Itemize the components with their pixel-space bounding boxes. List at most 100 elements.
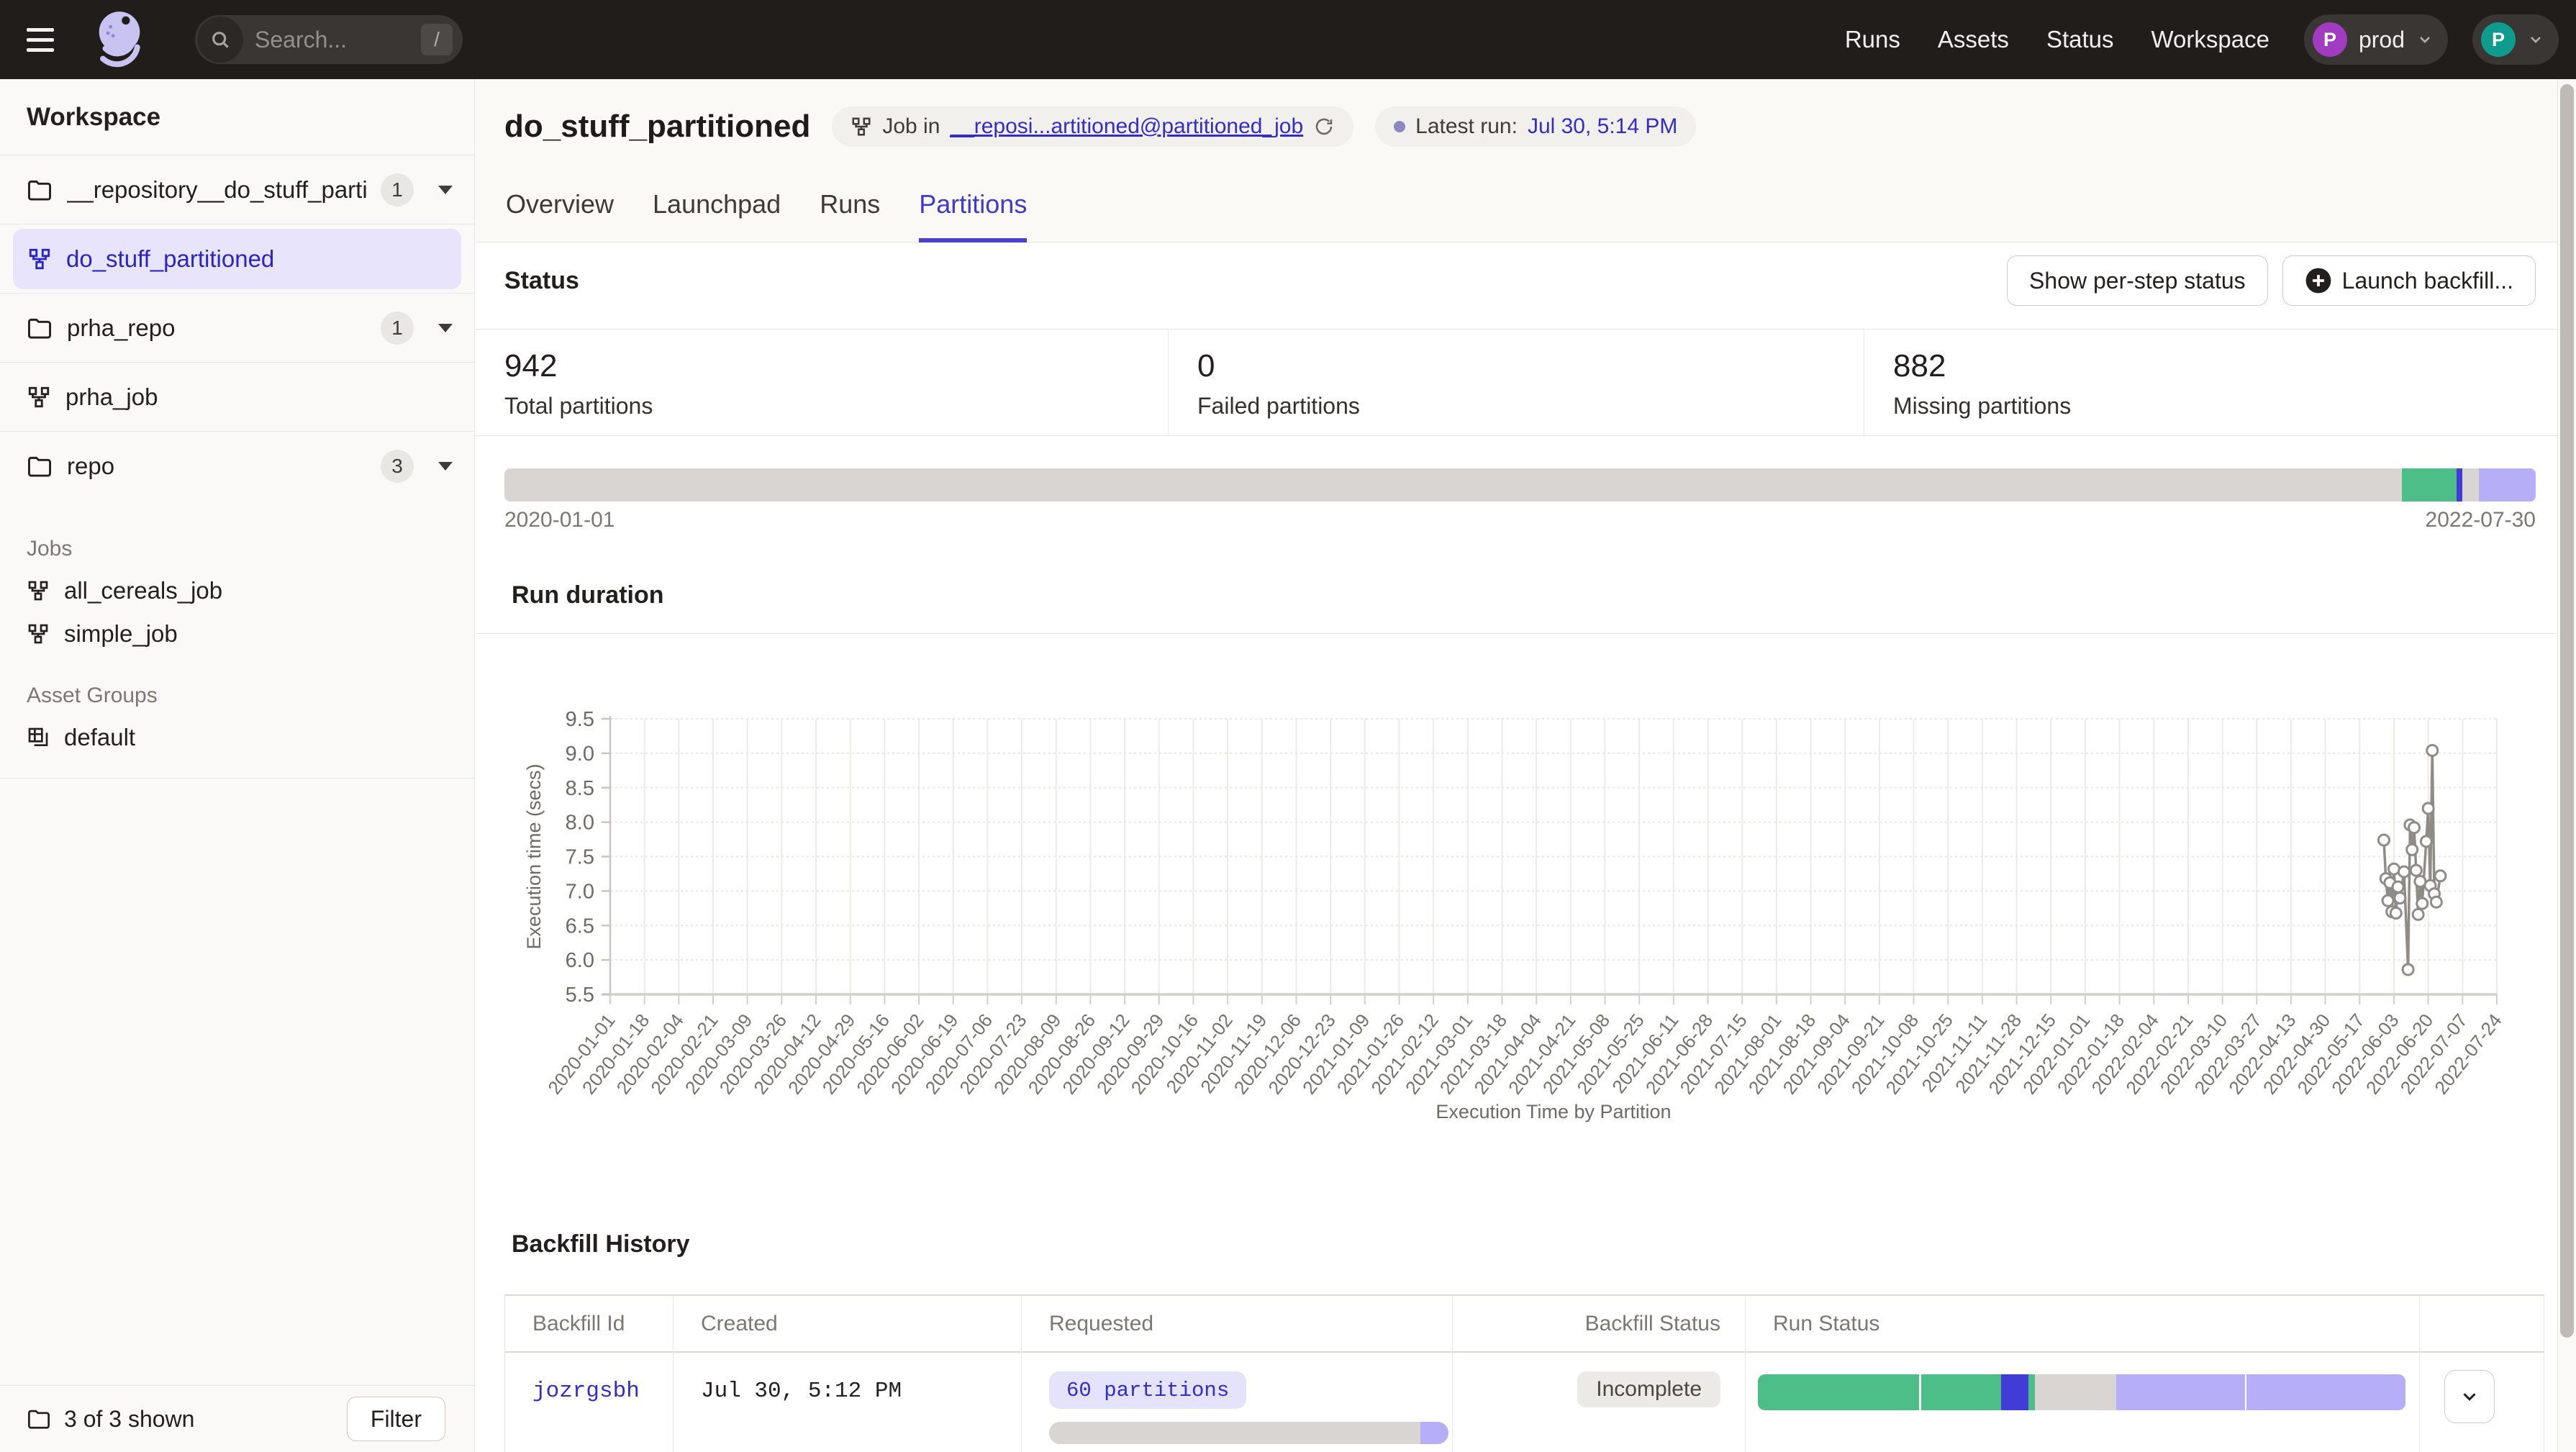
backfill-id-link[interactable]: jozrgsbh <box>532 1379 673 1404</box>
job-label: simple_job <box>64 620 178 648</box>
svg-text:5.5: 5.5 <box>566 984 594 1007</box>
svg-text:7.0: 7.0 <box>566 880 594 903</box>
stat-label: Missing partitions <box>1893 393 2576 419</box>
page-title: do_stuff_partitioned <box>504 109 810 145</box>
backfill-history-table: Backfill Id jozrgsbh Created Jul 30, 5:1… <box>504 1294 2544 1452</box>
refresh-icon[interactable] <box>1313 116 1335 137</box>
chevron-down-icon <box>2527 31 2544 48</box>
job-icon <box>27 385 51 409</box>
menu-icon[interactable] <box>27 19 67 60</box>
stat-total-partitions: 942 Total partitions <box>476 330 1168 435</box>
sidebar-item-prha-repo[interactable]: prha_repo 1 <box>0 293 474 362</box>
job-origin-prefix: Job in <box>882 114 940 139</box>
run-status-bar[interactable] <box>1758 1374 2405 1410</box>
col-header-run-status: Run Status <box>1746 1296 2419 1353</box>
stat-missing-partitions: 882 Missing partitions <box>1864 330 2576 435</box>
main-scrollbar[interactable] <box>2557 79 2576 1452</box>
sidebar-item-repo[interactable]: repo 3 <box>0 431 474 500</box>
run-status-dot <box>1394 121 1405 132</box>
backfill-history-heading: Backfill History <box>512 1230 690 1258</box>
job-count-badge: 1 <box>381 312 414 345</box>
launch-backfill-button[interactable]: Launch backfill... <box>2282 255 2536 306</box>
partition-status-bar[interactable] <box>504 468 2536 502</box>
search-input[interactable]: Search... / <box>195 15 463 64</box>
svg-text:8.0: 8.0 <box>566 812 594 835</box>
deployment-avatar: P <box>2313 22 2347 57</box>
launch-backfill-label: Launch backfill... <box>2342 268 2513 294</box>
show-per-step-status-button[interactable]: Show per-step status <box>2007 255 2268 306</box>
range-end-label: 2022-07-30 <box>2426 508 2536 532</box>
job-icon <box>27 579 50 602</box>
repo-label: repo <box>67 453 366 480</box>
stat-value: 942 <box>504 348 1168 384</box>
deployment-switcher[interactable]: P prod <box>2304 14 2448 65</box>
jobs-section-label: Jobs <box>0 529 474 569</box>
sidebar-heading: Workspace <box>0 79 474 155</box>
tab-launchpad[interactable]: Launchpad <box>653 189 781 242</box>
backfill-status-badge: Incomplete <box>1577 1371 1720 1407</box>
svg-text:9.0: 9.0 <box>566 743 594 766</box>
nav-link-assets[interactable]: Assets <box>1938 26 2009 53</box>
user-avatar: P <box>2481 22 2516 57</box>
stat-value: 0 <box>1197 348 1864 384</box>
nav-link-workspace[interactable]: Workspace <box>2151 26 2269 53</box>
status-heading: Status <box>504 267 579 295</box>
main-content: do_stuff_partitioned Job in __reposi...a… <box>476 79 2576 1452</box>
sidebar-item-do-stuff-partitioned[interactable]: do_stuff_partitioned <box>13 229 461 289</box>
svg-text:6.5: 6.5 <box>566 915 594 938</box>
filter-button[interactable]: Filter <box>347 1397 445 1441</box>
repo-label: __repository__do_stuff_partitio... <box>67 176 366 204</box>
run-duration-heading: Run duration <box>512 581 664 609</box>
nav-link-status[interactable]: Status <box>2046 26 2114 53</box>
col-header-backfill-id: Backfill Id <box>505 1296 673 1353</box>
job-count-badge: 1 <box>381 173 414 207</box>
sidebar-item-repository-do-stuff[interactable]: __repository__do_stuff_partitio... 1 <box>0 155 474 224</box>
latest-run-link[interactable]: Jul 30, 5:14 PM <box>1528 114 1677 139</box>
job-origin-link[interactable]: __reposi...artitioned@partitioned_job <box>950 114 1303 139</box>
job-origin-tag: Job in __reposi...artitioned@partitioned… <box>832 106 1353 147</box>
folder-icon <box>27 1408 51 1430</box>
expand-row-button[interactable] <box>2444 1370 2495 1423</box>
dagster-logo-icon[interactable] <box>89 6 150 73</box>
caret-down-icon[interactable] <box>438 324 453 332</box>
execution-time-chart[interactable]: 9.59.08.58.07.57.06.56.05.52020-01-01202… <box>476 635 2576 1196</box>
tab-partitions[interactable]: Partitions <box>919 189 1027 242</box>
stat-value: 882 <box>1893 348 2576 384</box>
caret-down-icon[interactable] <box>438 186 453 194</box>
job-header: do_stuff_partitioned Job in __reposi...a… <box>476 79 2576 242</box>
workspace-sidebar: Workspace __repository__do_stuff_partiti… <box>0 79 475 1452</box>
sidebar-item-simple-job[interactable]: simple_job <box>0 612 474 655</box>
tab-runs[interactable]: Runs <box>820 189 880 242</box>
user-menu[interactable]: P <box>2472 14 2559 65</box>
latest-run-label: Latest run: <box>1415 114 1518 139</box>
caret-down-icon[interactable] <box>438 462 453 471</box>
asset-groups-section-label: Asset Groups <box>0 676 474 716</box>
job-tabs: Overview Launchpad Runs Partitions <box>506 189 1027 242</box>
svg-text:Execution Time by Partition: Execution Time by Partition <box>1436 1101 1671 1122</box>
job-count-badge: 3 <box>381 450 414 483</box>
tab-overview[interactable]: Overview <box>506 189 614 242</box>
range-start-label: 2020-01-01 <box>504 508 614 532</box>
col-header-backfill-status: Backfill Status <box>1453 1296 1745 1353</box>
nav-link-runs[interactable]: Runs <box>1845 26 1900 53</box>
col-header-actions <box>2420 1296 2544 1353</box>
shown-summary: 3 of 3 shown <box>27 1406 194 1433</box>
job-label: all_cereals_job <box>64 577 222 604</box>
folder-icon <box>27 455 53 478</box>
folder-icon <box>27 317 53 340</box>
job-icon <box>27 247 52 271</box>
plus-circle-icon <box>2305 267 2332 294</box>
job-label: prha_job <box>65 384 453 411</box>
sidebar-item-all-cereals-job[interactable]: all_cereals_job <box>0 569 474 612</box>
sidebar-footer: 3 of 3 shown Filter <box>0 1385 474 1452</box>
folder-icon <box>27 178 53 201</box>
requested-partitions-badge[interactable]: 60 partitions <box>1049 1371 1246 1409</box>
backfill-created: Jul 30, 5:12 PM <box>701 1379 1021 1404</box>
sidebar-item-default-asset-group[interactable]: default <box>0 716 474 759</box>
section-divider <box>476 633 2576 634</box>
svg-text:Execution time (secs): Execution time (secs) <box>523 763 545 949</box>
col-header-requested: Requested <box>1022 1296 1452 1353</box>
sidebar-item-do-stuff-partitioned-wrap: do_stuff_partitioned <box>0 224 474 293</box>
scrollbar-thumb[interactable] <box>2560 84 2574 1338</box>
sidebar-item-prha-job[interactable]: prha_job <box>0 362 474 431</box>
